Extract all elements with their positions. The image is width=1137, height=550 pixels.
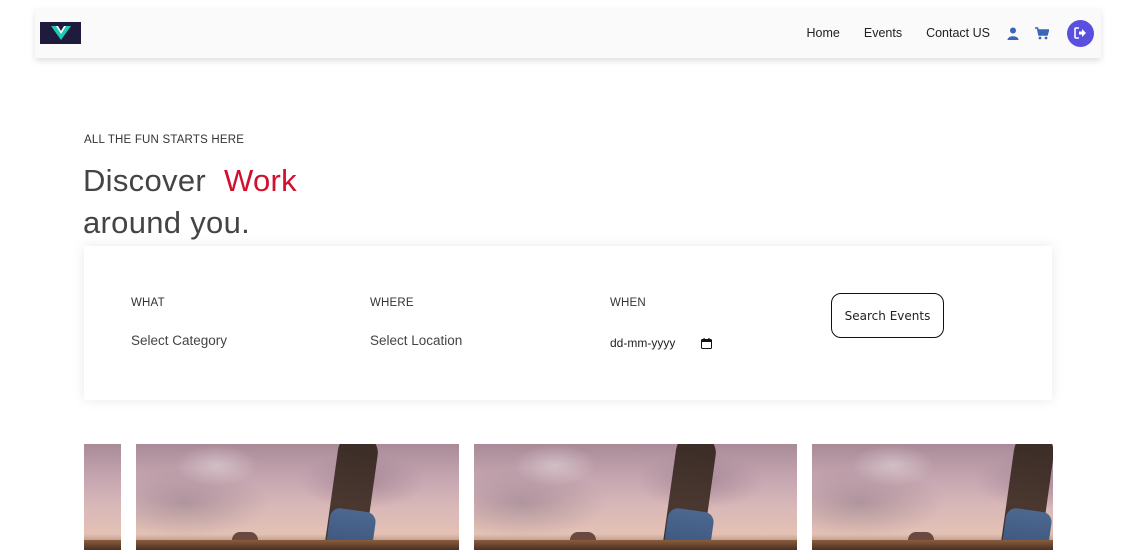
- calendar-icon[interactable]: [701, 337, 712, 349]
- event-card[interactable]: [136, 444, 459, 550]
- logout-button[interactable]: [1067, 19, 1094, 47]
- logo-v-icon: [50, 26, 71, 40]
- logout-icon: [1074, 27, 1086, 39]
- location-select[interactable]: Select Location: [370, 333, 462, 348]
- navbar: Home Events Contact US: [35, 8, 1101, 58]
- cart-icon[interactable]: [1035, 26, 1049, 40]
- event-card[interactable]: [84, 444, 121, 550]
- hero-eyebrow: ALL THE FUN STARTS HERE: [84, 134, 245, 146]
- brand-logo[interactable]: [40, 22, 81, 44]
- event-card-image: [474, 444, 797, 550]
- headline-word-discover: Discover: [83, 163, 206, 198]
- event-card-image: [84, 444, 121, 550]
- hero-headline: Discover Work around you.: [83, 160, 297, 244]
- user-icon[interactable]: [1007, 27, 1019, 40]
- date-input[interactable]: dd-mm-yyyy: [610, 334, 712, 352]
- nav-link-events[interactable]: Events: [864, 26, 902, 40]
- when-label: WHEN: [610, 297, 646, 309]
- event-card[interactable]: [812, 444, 1053, 550]
- where-label: WHERE: [370, 297, 414, 309]
- nav-link-home[interactable]: Home: [807, 26, 840, 40]
- nav-menu: Home Events Contact US: [807, 19, 1094, 47]
- event-card[interactable]: [474, 444, 797, 550]
- headline-line-2: around you.: [83, 205, 251, 240]
- event-card-image: [136, 444, 459, 550]
- headline-accent-word: Work: [223, 163, 297, 198]
- event-search-card: WHAT Select Category WHERE Select Locati…: [84, 246, 1052, 400]
- search-events-button[interactable]: Search Events: [831, 293, 944, 338]
- headline-line-1: Discover Work: [83, 160, 297, 202]
- date-placeholder: dd-mm-yyyy: [610, 336, 676, 350]
- nav-link-contact[interactable]: Contact US: [926, 26, 990, 40]
- event-card-image: [812, 444, 1053, 550]
- category-select[interactable]: Select Category: [131, 333, 227, 348]
- what-label: WHAT: [131, 297, 165, 309]
